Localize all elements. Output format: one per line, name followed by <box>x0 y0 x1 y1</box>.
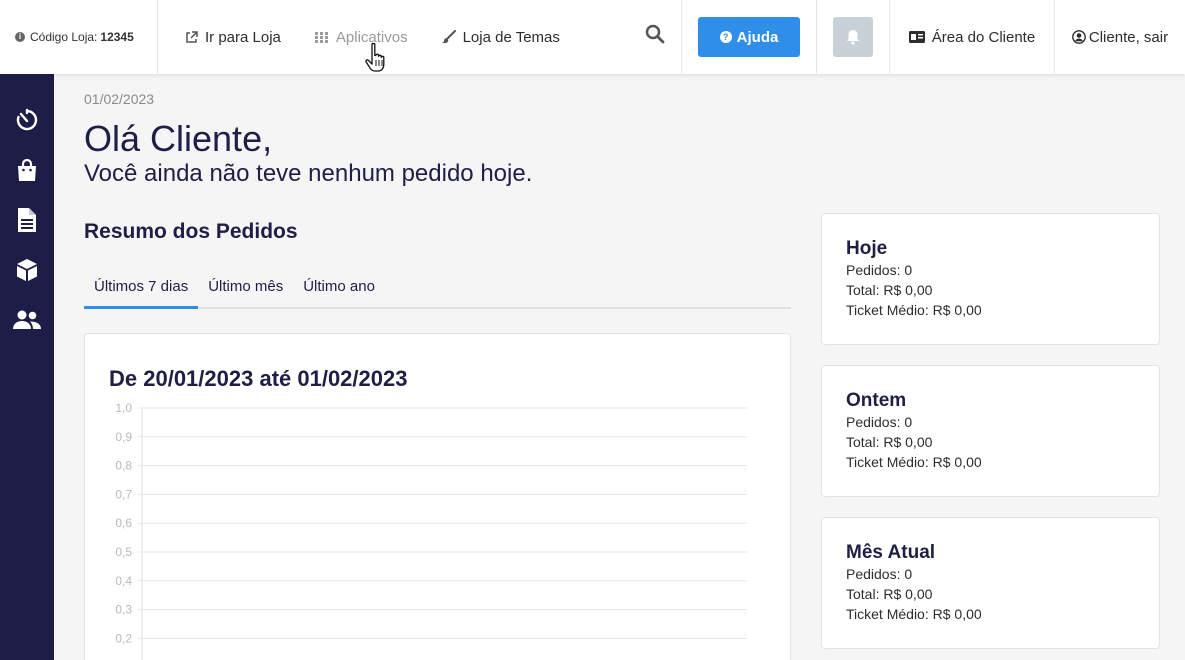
tab-last-7-days[interactable]: Últimos 7 dias <box>84 270 199 309</box>
users-icon <box>13 310 41 329</box>
y-tick-label: 0,8 <box>115 459 132 473</box>
period-tabs: Últimos 7 dias Último mês Último ano <box>84 270 791 309</box>
nav-link-store-label: Ir para Loja <box>205 28 281 46</box>
sidebar-item-customers[interactable] <box>12 306 42 334</box>
box-icon <box>17 259 37 281</box>
y-tick-label: 0,5 <box>115 545 132 559</box>
y-tick-label: 0,4 <box>115 574 132 588</box>
stat-card-yesterday: Ontem Pedidos: 0 Total: R$ 0,00 Ticket M… <box>821 365 1160 497</box>
orders-chart-card: De 20/01/2023 até 01/02/2023 1,0 0,9 0,8 0,… <box>84 333 791 660</box>
stat-ticket: Ticket Médio: R$ 0,00 <box>846 454 982 470</box>
stat-orders: Pedidos: 0 <box>846 566 913 582</box>
sidebar-item-documents[interactable] <box>12 206 42 234</box>
store-code-value: 12345 <box>100 30 134 44</box>
tab-last-month[interactable]: Último mês <box>198 270 293 309</box>
search-icon[interactable] <box>645 24 667 46</box>
sidebar-item-products[interactable] <box>12 256 42 284</box>
sidebar-item-orders[interactable] <box>12 156 42 184</box>
greeting: Olá Cliente, <box>84 118 273 159</box>
client-area-label: Área do Cliente <box>931 28 1036 46</box>
store-code: i Código Loja: 12345 <box>0 0 158 74</box>
nav-link-themes-label: Loja de Temas <box>462 28 560 46</box>
stat-ticket: Ticket Médio: R$ 0,00 <box>846 302 982 318</box>
grid-icon <box>315 30 329 44</box>
y-tick-label: 0,2 <box>115 631 132 645</box>
y-tick-label: 1,0 <box>115 401 132 415</box>
store-code-label: Código Loja: <box>30 30 98 44</box>
stat-title: Ontem <box>846 390 907 411</box>
info-icon: i <box>15 32 25 42</box>
stat-orders: Pedidos: 0 <box>846 262 913 278</box>
current-date: 01/02/2023 <box>84 91 155 107</box>
stat-ticket: Ticket Médio: R$ 0,00 <box>846 606 982 622</box>
question-icon: ? <box>719 31 732 43</box>
help-button[interactable]: ? Ajuda <box>698 17 800 57</box>
dashboard-icon <box>16 108 38 131</box>
stat-card-today: Hoje Pedidos: 0 Total: R$ 0,00 Ticket Mé… <box>821 213 1160 345</box>
hand-cursor-icon <box>365 42 385 72</box>
user-circle-icon <box>1071 30 1086 44</box>
brush-icon <box>441 30 456 44</box>
nav-link-themes[interactable]: Loja de Temas <box>441 28 560 46</box>
logout-link[interactable]: Cliente, sair <box>1055 0 1185 74</box>
client-area-link[interactable]: Área do Cliente <box>890 0 1055 74</box>
tab-last-year[interactable]: Último ano <box>293 270 385 309</box>
document-icon <box>18 208 36 232</box>
y-tick-label: 0,3 <box>115 603 132 617</box>
nav-link-apps[interactable]: Aplicativos <box>315 29 408 46</box>
notifications-cell <box>817 0 890 74</box>
stat-total: Total: R$ 0,00 <box>846 434 933 450</box>
subgreeting: Você ainda não teve nenhum pedido hoje. <box>84 160 533 187</box>
stat-title: Hoje <box>846 238 888 259</box>
notifications-button[interactable] <box>833 17 873 57</box>
y-tick-label: 0,9 <box>115 430 132 444</box>
stat-orders: Pedidos: 0 <box>846 414 913 430</box>
top-bar: i Código Loja: 12345 Ir para Loja Aplica… <box>0 0 1185 74</box>
stat-card-current-month: Mês Atual Pedidos: 0 Total: R$ 0,00 Tick… <box>821 517 1160 649</box>
sidebar-item-dashboard[interactable] <box>12 106 42 134</box>
logout-label: Cliente, sair <box>1088 28 1169 46</box>
stat-title: Mês Atual <box>846 542 936 563</box>
external-link-icon <box>184 30 198 44</box>
id-card-icon <box>908 31 925 43</box>
help-cell: ? Ajuda <box>682 0 817 74</box>
sidebar <box>0 74 54 660</box>
section-title: Resumo dos Pedidos <box>84 220 298 243</box>
help-button-label: Ajuda <box>736 28 779 46</box>
stat-total: Total: R$ 0,00 <box>846 586 933 602</box>
y-tick-label: 0,6 <box>115 516 132 530</box>
shopping-bag-icon <box>18 158 36 181</box>
orders-chart: 1,0 0,9 0,8 0,7 0,6 0,5 0,4 0,3 0,2 <box>115 401 747 660</box>
nav-link-store[interactable]: Ir para Loja <box>184 29 281 46</box>
nav-links: Ir para Loja Aplicativos Loja de Temas <box>158 0 682 74</box>
y-tick-label: 0,7 <box>115 487 132 501</box>
bell-icon <box>847 30 859 45</box>
stat-total: Total: R$ 0,00 <box>846 282 933 298</box>
